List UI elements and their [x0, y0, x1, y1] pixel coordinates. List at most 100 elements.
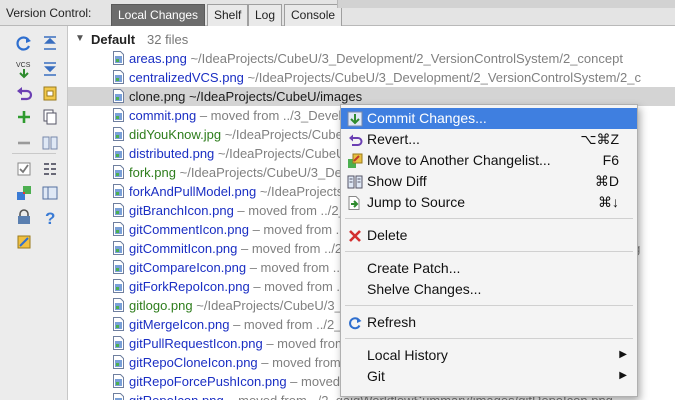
menu-separator — [345, 218, 633, 219]
diff-icon[interactable] — [40, 133, 60, 153]
file-name: gitPullRequestIcon.png — [129, 336, 263, 351]
file-name: forkAndPullModel.png — [129, 184, 257, 199]
menu-item-label: Git — [367, 368, 385, 384]
menu-item-shelve-changes[interactable]: Shelve Changes... — [341, 279, 637, 300]
toolbar-separator — [12, 153, 56, 154]
file-path: ~/IdeaProjects/CubeU/3_Development/2_Ver… — [247, 70, 641, 85]
menu-item-label: Jump to Source — [367, 194, 466, 210]
collapse-all-icon[interactable] — [40, 33, 60, 53]
tab-local-changes[interactable]: Local Changes — [111, 4, 206, 26]
menu-item-show-diff[interactable]: Show Diff ⌘D — [341, 171, 637, 192]
submenu-arrow-icon: ▶ — [619, 349, 627, 360]
menu-item-label: Shelve Changes... — [367, 281, 482, 297]
file-name: distributed.png — [129, 146, 215, 161]
menu-item-shortcut: ⌘D — [594, 173, 619, 189]
columns-icon[interactable] — [40, 183, 60, 203]
merge-icon[interactable] — [14, 183, 34, 203]
file-name: fork.png — [129, 165, 176, 180]
tab-shelf[interactable]: Shelf — [207, 4, 249, 26]
menu-item-git[interactable]: Git ▶ — [341, 366, 637, 387]
file-name: clone.png — [129, 89, 186, 104]
menu-separator — [345, 305, 633, 306]
delete-icon — [347, 228, 363, 244]
image-file-icon — [113, 298, 124, 312]
file-entry: clone.png ~/IdeaProjects/CubeU/images — [129, 88, 362, 105]
menu-item-refresh[interactable]: Refresh — [341, 312, 637, 333]
image-file-icon — [113, 260, 124, 274]
image-file-icon — [113, 51, 124, 65]
file-path: ~/IdeaProjects/CubeU/images — [189, 89, 363, 104]
menu-item-move-to-another-changelist[interactable]: Move to Another Changelist... F6 — [341, 150, 637, 171]
menu-separator — [345, 251, 633, 252]
image-file-icon — [113, 127, 124, 141]
expand-arrow-icon[interactable]: ▼ — [75, 33, 85, 44]
help-icon[interactable]: ? — [40, 207, 60, 227]
svg-text:?: ? — [45, 209, 55, 227]
tab-console[interactable]: Console — [284, 4, 343, 26]
file-name: gitCommitIcon.png — [129, 241, 238, 256]
menu-item-label: Delete — [367, 227, 408, 243]
changelist-count: 32 files — [147, 32, 189, 47]
menu-item-label: Local History — [367, 347, 448, 363]
image-file-icon — [113, 393, 124, 400]
vcs-commit-icon[interactable]: VCS — [14, 59, 34, 79]
image-file-icon — [113, 317, 124, 331]
file-name: didYouKnow.jpg — [129, 127, 222, 142]
menu-item-shortcut: ⌘↓ — [598, 194, 619, 210]
file-row[interactable]: centralizedVCS.png ~/IdeaProjects/CubeU/… — [68, 68, 675, 87]
jump-icon — [347, 195, 363, 211]
file-name: gitCommentIcon.png — [129, 222, 249, 237]
file-name: gitCompareIcon.png — [129, 260, 247, 275]
file-name: gitBranchIcon.png — [129, 203, 234, 218]
context-menu: Commit Changes... Revert... ⌥⌘Z Move to Ano… — [340, 104, 638, 397]
image-file-icon — [113, 374, 124, 388]
refresh-icon[interactable] — [14, 33, 34, 53]
menu-item-label: Show Diff — [367, 173, 427, 189]
menu-item-delete[interactable]: Delete — [341, 225, 637, 246]
menu-item-commit-changes[interactable]: Commit Changes... — [341, 108, 637, 129]
configure-icon[interactable] — [14, 232, 34, 252]
svg-text:VCS: VCS — [16, 62, 31, 69]
file-entry: centralizedVCS.png ~/IdeaProjects/CubeU/… — [129, 69, 641, 86]
commit-icon — [347, 111, 363, 127]
menu-item-shortcut: F6 — [602, 152, 619, 168]
tab-log[interactable]: Log — [248, 4, 283, 26]
menu-item-revert[interactable]: Revert... ⌥⌘Z — [341, 129, 637, 150]
menu-item-label: Create Patch... — [367, 260, 461, 276]
file-name: gitlogo.png — [129, 298, 193, 313]
menu-item-local-history[interactable]: Local History ▶ — [341, 345, 637, 366]
remove-icon[interactable] — [14, 133, 34, 153]
menu-item-shortcut: ⌥⌘Z — [580, 131, 619, 147]
rollback-icon[interactable] — [14, 83, 34, 103]
file-name: areas.png — [129, 51, 187, 66]
revert-icon — [347, 132, 363, 148]
menu-item-create-patch[interactable]: Create Patch... — [341, 258, 637, 279]
tool-window-header: Version Control: Local Changes Shelf Log… — [0, 0, 675, 26]
image-file-icon — [113, 355, 124, 369]
image-file-icon — [113, 203, 124, 217]
file-name: gitForkRepoIcon.png — [129, 279, 250, 294]
file-name: gitRepoIcon.png — [129, 393, 224, 400]
image-file-icon — [113, 108, 124, 122]
menu-item-label: Commit Changes... — [367, 110, 487, 126]
diff-icon — [347, 174, 363, 190]
expand-all-icon[interactable] — [40, 59, 60, 79]
file-name: centralizedVCS.png — [129, 70, 244, 85]
image-file-icon — [113, 184, 124, 198]
lock-icon[interactable] — [14, 207, 34, 227]
menu-item-label: Refresh — [367, 314, 417, 330]
move-icon — [347, 153, 363, 169]
changelist-icon[interactable] — [40, 83, 60, 103]
menu-item-jump-to-source[interactable]: Jump to Source ⌘↓ — [341, 192, 637, 213]
file-path: ~/IdeaProjects/CubeU/3_Development/2_Ver… — [190, 51, 623, 66]
changelist-name: Default — [91, 32, 136, 47]
image-file-icon — [113, 222, 124, 236]
copy-icon[interactable] — [40, 107, 60, 127]
group-icon[interactable] — [40, 159, 60, 179]
file-row[interactable]: areas.png ~/IdeaProjects/CubeU/3_Develop… — [68, 49, 675, 68]
add-icon[interactable] — [14, 107, 34, 127]
menu-item-label: Move to Another Changelist... — [367, 152, 551, 168]
image-file-icon — [113, 336, 124, 350]
checkbox-icon[interactable] — [14, 159, 34, 179]
image-file-icon — [113, 241, 124, 255]
